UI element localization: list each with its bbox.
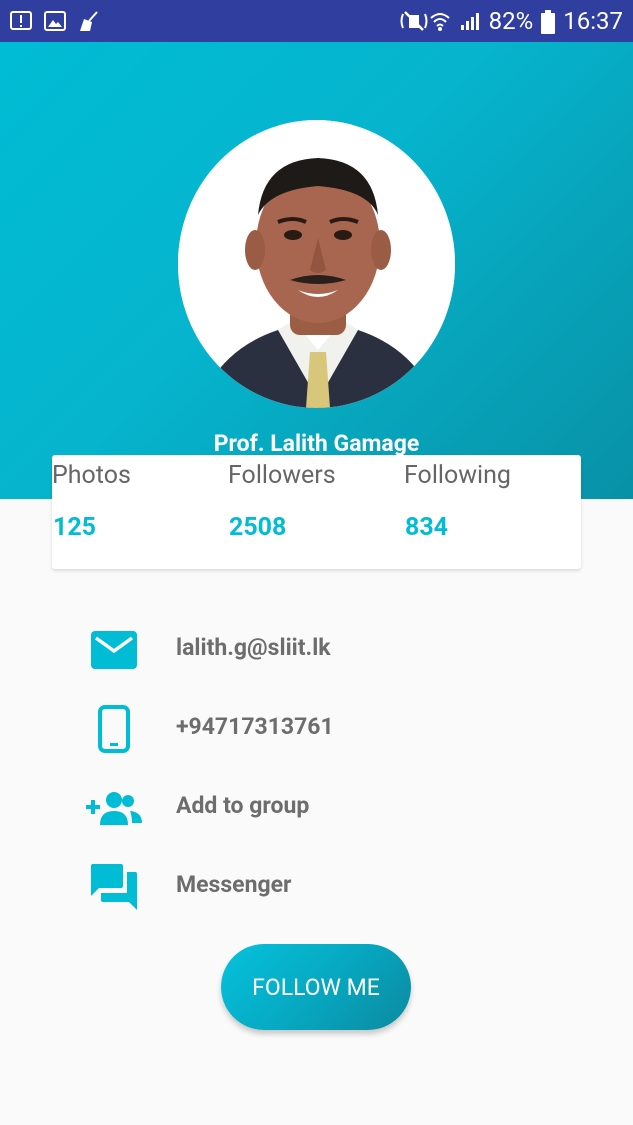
stat-label: Photos [52,461,131,490]
contact-row-add-group[interactable]: Add to group [0,778,633,838]
battery-icon [541,10,556,34]
profile-screen: 82% 16:37 Prof. Lalith Gamage Photos 125… [0,0,633,1125]
stat-label: Followers [228,461,336,490]
profile-name: Prof. Lalith Gamage [213,430,420,457]
broom-icon [78,10,100,32]
add-group-text: Add to group [176,792,310,819]
stat-label: Following [404,461,511,490]
clock: 16:37 [563,7,623,35]
battery-percent: 82% [488,7,534,35]
stat-value: 125 [53,513,97,542]
profile-header: Prof. Lalith Gamage [0,42,633,499]
phone-text: +94717313761 [176,713,334,740]
email-icon [86,620,142,680]
follow-me-button[interactable]: FOLLOW ME [221,944,411,1030]
mute-icon [399,10,428,32]
email-text: lalith.g@sliit.lk [176,634,331,661]
contact-row-messenger[interactable]: Messenger [0,857,633,917]
status-bar-right: 82% 16:37 [399,7,623,35]
alert-icon [10,10,32,32]
status-bar: 82% 16:37 [0,0,633,42]
contact-row-phone[interactable]: +94717313761 [0,699,633,759]
stat-value: 834 [405,513,449,542]
signal-icon [459,10,481,32]
profile-photo [178,120,455,408]
stats-card: Photos 125 Followers 2508 Following 834 [52,455,581,569]
status-bar-left [10,10,100,32]
wifi-icon [429,10,451,32]
avatar[interactable] [178,120,455,408]
image-icon [44,10,66,32]
stat-value: 2508 [229,513,287,542]
phone-icon [86,699,142,759]
contact-row-email[interactable]: lalith.g@sliit.lk [0,620,633,680]
add-group-icon [86,778,142,838]
messenger-icon [86,857,142,917]
messenger-text: Messenger [176,871,292,898]
